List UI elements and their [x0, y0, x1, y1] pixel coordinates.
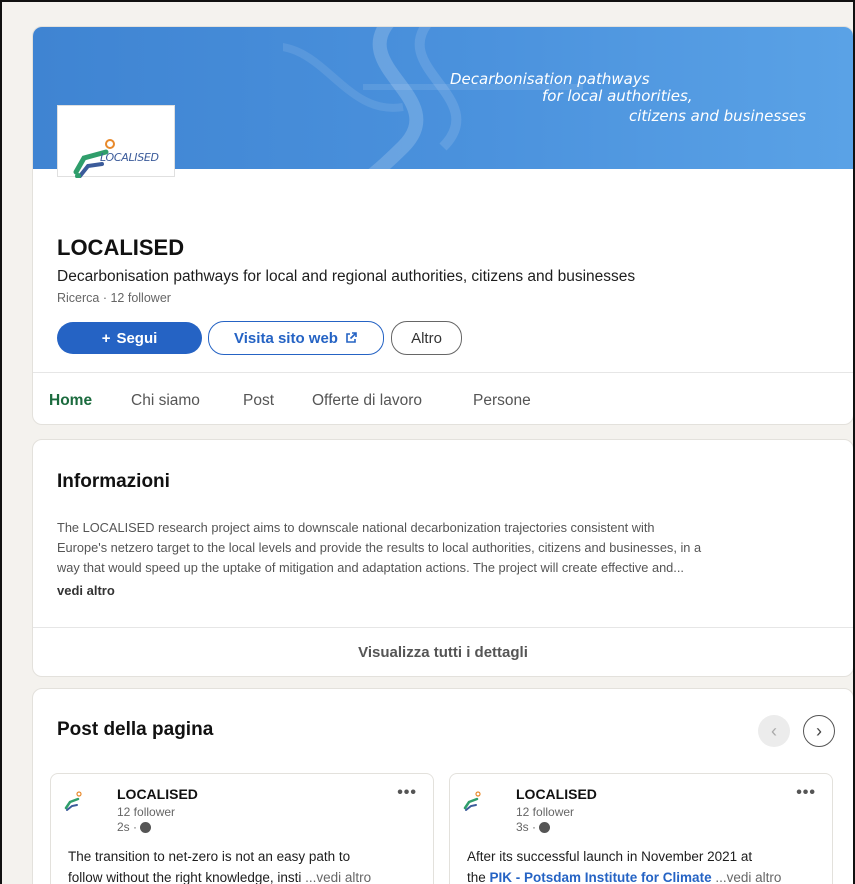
about-line: Europe's netzero target to the local lev…	[57, 540, 702, 555]
post-mention-link[interactable]: PIK - Potsdam Institute for Climate	[490, 870, 712, 884]
about-see-more-link[interactable]: vedi altro	[57, 583, 115, 598]
posts-title: Post della pagina	[57, 719, 214, 740]
about-line: way that would speed up the uptake of mi…	[57, 560, 684, 575]
about-title: Informazioni	[57, 471, 170, 492]
post-text-fragment: the	[467, 870, 486, 884]
more-button[interactable]: Altro	[391, 321, 462, 355]
post-body: After its successful launch in November …	[467, 846, 822, 884]
post-time-text: 3s ·	[516, 820, 537, 834]
tab-home[interactable]: Home	[49, 392, 92, 410]
more-options-icon[interactable]: •••	[397, 784, 417, 802]
active-tab-indicator	[49, 424, 115, 425]
post-text-fragment: follow without the right knowledge, inst…	[68, 870, 302, 884]
globe-icon	[140, 821, 152, 833]
post-card[interactable]: LOCALISED 12 follower 3s · ••• After its…	[449, 773, 833, 884]
about-description: The LOCALISED research project aims to d…	[57, 518, 837, 578]
post-text-line: follow without the right knowledge, inst…	[68, 867, 423, 884]
post-card[interactable]: LOCALISED 12 follower 2s · ••• The trans…	[50, 773, 434, 884]
tab-persone[interactable]: Persone	[473, 392, 531, 410]
show-all-details-link[interactable]: Visualizza tutti i dettagli	[33, 627, 853, 676]
company-profile-card: Decarbonisation pathways for local autho…	[32, 26, 853, 425]
more-options-icon[interactable]: •••	[796, 784, 816, 802]
post-text-line: The transition to net-zero is not an eas…	[68, 849, 351, 864]
banner-tagline-line3: citizens and businesses	[629, 107, 807, 125]
page-frame: Decarbonisation pathways for local autho…	[0, 0, 855, 884]
post-timestamp: 2s ·	[117, 820, 152, 834]
about-card: Informazioni The LOCALISED research proj…	[32, 439, 853, 677]
post-time-text: 2s ·	[117, 820, 138, 834]
post-author-followers: 12 follower	[516, 805, 575, 819]
about-line: The LOCALISED research project aims to d…	[57, 520, 655, 535]
post-author-logo-icon	[64, 791, 82, 811]
post-author-name[interactable]: LOCALISED	[516, 786, 597, 802]
carousel-next-button[interactable]: ›	[803, 715, 835, 747]
company-meta: Ricerca · 12 follower	[57, 291, 171, 305]
plus-icon: +	[101, 329, 111, 347]
company-logo[interactable]: LOCALISED	[57, 105, 175, 179]
post-author-name[interactable]: LOCALISED	[117, 786, 198, 802]
post-see-more-link[interactable]: ...vedi altro	[715, 870, 781, 884]
post-author-followers: 12 follower	[117, 805, 176, 819]
banner-tagline-line2: for local authorities,	[542, 87, 693, 105]
visit-website-label: Visita sito web	[234, 329, 338, 347]
post-body: The transition to net-zero is not an eas…	[68, 846, 423, 884]
tab-offerte-di-lavoro[interactable]: Offerte di lavoro	[312, 392, 422, 410]
tab-post[interactable]: Post	[243, 392, 274, 410]
company-name: LOCALISED	[57, 235, 185, 260]
follow-button[interactable]: + Segui	[57, 322, 202, 354]
page-posts-card: Post della pagina ‹ › LOCALISED 12 follo…	[32, 688, 853, 884]
logo-mark-icon	[73, 139, 115, 179]
post-timestamp: 3s ·	[516, 820, 551, 834]
company-tagline: Decarbonisation pathways for local and r…	[57, 268, 636, 285]
tab-chi-siamo[interactable]: Chi siamo	[131, 392, 200, 410]
post-text-line: the PIK - Potsdam Institute for Climate …	[467, 867, 822, 884]
follow-label: Segui	[116, 329, 158, 347]
banner-tagline-line1: Decarbonisation pathways	[450, 70, 650, 88]
visit-website-button[interactable]: Visita sito web	[208, 321, 384, 355]
post-text-line: After its successful launch in November …	[467, 849, 753, 864]
post-author-logo-icon	[463, 791, 481, 811]
globe-icon	[539, 821, 551, 833]
post-see-more-link[interactable]: ...vedi altro	[305, 870, 371, 884]
company-tabs: Home Chi siamo Post Offerte di lavoro Pe…	[33, 372, 853, 425]
chevron-right-icon: ›	[816, 720, 822, 741]
chevron-left-icon: ‹	[771, 720, 777, 741]
logo-text: LOCALISED	[100, 151, 159, 164]
carousel-prev-button[interactable]: ‹	[758, 715, 790, 747]
external-link-icon	[346, 332, 357, 343]
